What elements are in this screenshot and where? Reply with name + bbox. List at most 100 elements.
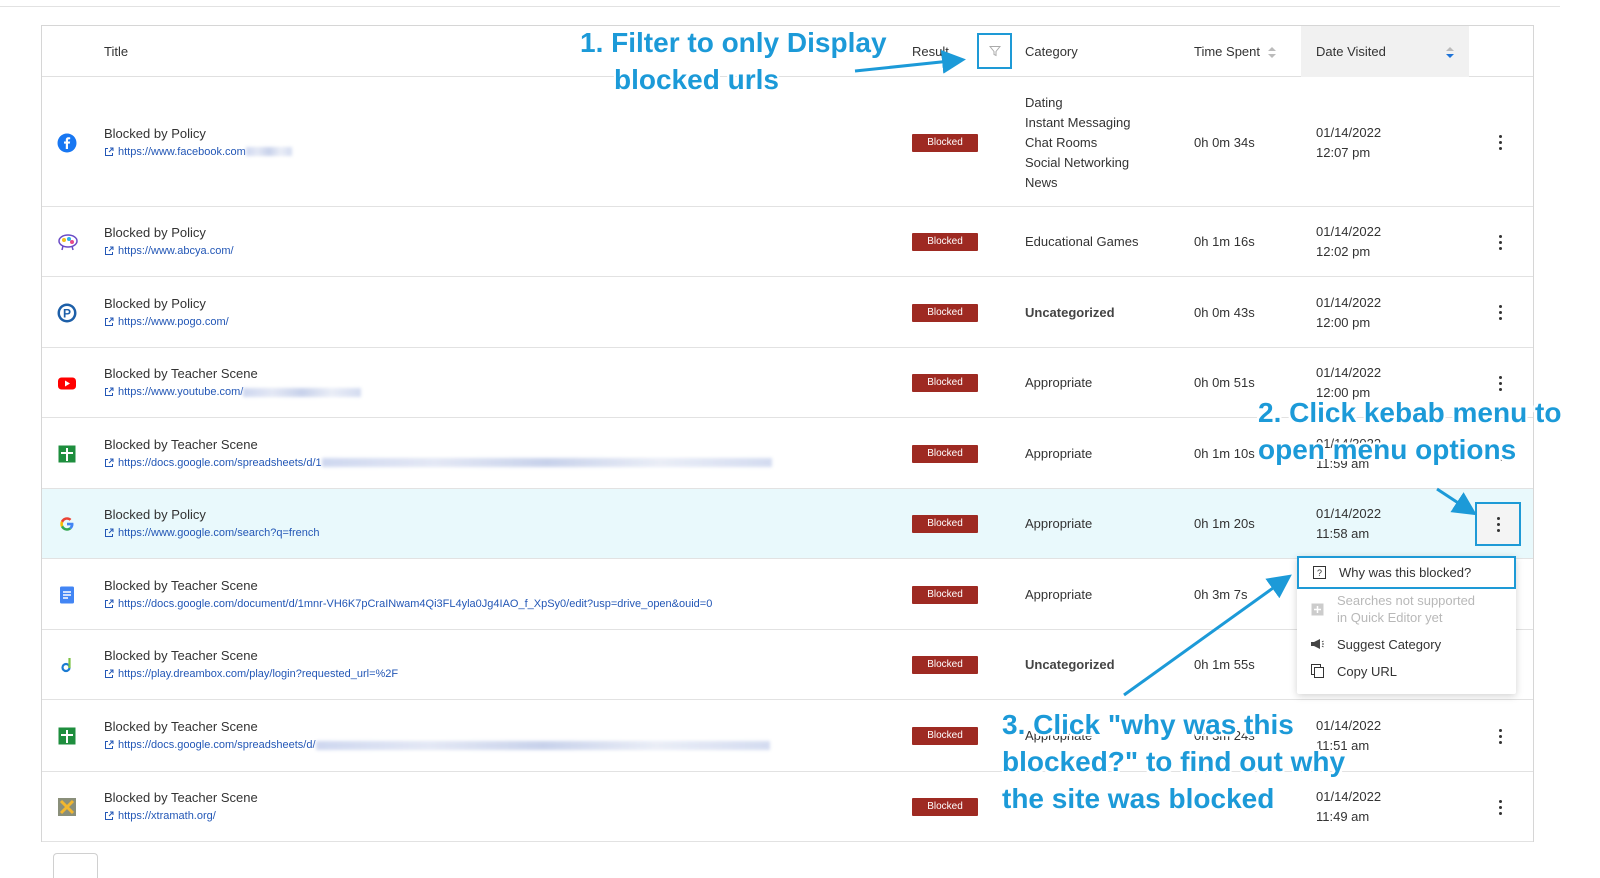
- kebab-menu-button[interactable]: [1488, 371, 1512, 395]
- visit-date: 01/14/2022: [1316, 294, 1382, 310]
- annotation-step1-line1: 1. Filter to only Display: [580, 27, 887, 58]
- date-visited: 01/14/2022 12:00 pm: [1316, 293, 1381, 333]
- pagination-tab[interactable]: [53, 853, 98, 878]
- category-item: Appropriate: [1025, 516, 1093, 531]
- site-title-block: Blocked by Teacher Scene https://docs.goo…: [104, 718, 770, 754]
- site-url-text: https://xtramath.org/: [118, 810, 216, 822]
- column-header-title[interactable]: Title: [104, 26, 128, 77]
- redacted-url-segment: [243, 387, 362, 397]
- site-url-link[interactable]: https://www.youtube.com/: [104, 383, 362, 401]
- table-row[interactable]: Blocked by Teacher Scene https://xtramath…: [42, 772, 1533, 842]
- column-header-category[interactable]: Category: [1025, 26, 1078, 77]
- status-badge: Blocked: [912, 798, 978, 816]
- kebab-menu-button[interactable]: [1488, 131, 1512, 155]
- block-reason: Blocked by Teacher Scene: [104, 436, 258, 452]
- menu-item-label: Suggest Category: [1337, 636, 1442, 652]
- menu-item-copy-url[interactable]: Copy URL: [1297, 659, 1516, 683]
- annotation-step1-line2: blocked urls: [614, 64, 779, 95]
- visit-time: 11:58 am: [1316, 526, 1370, 541]
- sort-desc-icon[interactable]: [1445, 46, 1454, 59]
- site-title-block: Blocked by Teacher Scene https://xtramath…: [104, 789, 258, 825]
- kebab-menu-button[interactable]: [1488, 795, 1512, 819]
- google-sheets-icon: [57, 444, 77, 464]
- kebab-menu-button[interactable]: [1488, 301, 1512, 325]
- status-badge: Blocked: [912, 585, 978, 604]
- site-url-text: https://docs.google.com/spreadsheets/d/: [118, 739, 316, 751]
- time-spent: 0h 1m 20s: [1194, 516, 1255, 531]
- block-reason: Blocked by Teacher Scene: [104, 366, 258, 381]
- site-url-link[interactable]: https://xtramath.org/: [104, 807, 258, 825]
- visit-date: 01/14/2022: [1316, 506, 1382, 521]
- external-link-icon: [105, 246, 114, 255]
- site-title-block: Blocked by Teacher Scene https://docs.goo…: [104, 436, 772, 472]
- category-list: Educational Games: [1025, 232, 1138, 252]
- visit-date: 01/14/2022: [1316, 124, 1382, 140]
- annotation-step3-line1: 3. Click "why was this: [1002, 709, 1294, 740]
- table-row[interactable]: Blocked by Policy https://www.google.com/…: [42, 489, 1533, 559]
- site-url-link[interactable]: https://www.facebook.com: [104, 143, 292, 161]
- category-item: News: [1025, 174, 1058, 190]
- svg-text:P: P: [63, 306, 71, 320]
- table-row[interactable]: Blocked by Policy https://www.facebook.co…: [42, 78, 1533, 207]
- site-url-link[interactable]: https://play.dreambox.com/play/login?req…: [104, 665, 398, 683]
- table-row[interactable]: P Blocked by Policy https://www.pogo.com/B…: [42, 277, 1533, 348]
- external-link-icon: [105, 317, 114, 326]
- time-spent: 0h 1m 10s: [1194, 445, 1255, 461]
- pogo-icon: P: [57, 303, 77, 323]
- menu-item-suggest-category[interactable]: Suggest Category: [1297, 632, 1516, 656]
- external-link-icon: [105, 811, 114, 820]
- external-link-icon: [105, 147, 114, 156]
- category-list: Uncategorized: [1025, 303, 1115, 323]
- site-url-link[interactable]: https://docs.google.com/spreadsheets/d/1: [104, 454, 772, 472]
- site-url-link[interactable]: https://www.pogo.com/: [104, 313, 229, 331]
- category-item: Uncategorized: [1025, 657, 1115, 672]
- column-header-time-spent[interactable]: Time Spent: [1194, 26, 1294, 77]
- kebab-menu-button[interactable]: [1475, 502, 1521, 546]
- visit-time: 12:00 pm: [1316, 314, 1371, 330]
- site-url-link[interactable]: https://docs.google.com/spreadsheets/d/: [104, 736, 770, 754]
- status-badge: Blocked: [912, 233, 978, 251]
- block-reason: Blocked by Teacher Scene: [104, 577, 258, 593]
- status-badge: Blocked: [912, 727, 978, 745]
- result-filter-button[interactable]: [977, 33, 1012, 69]
- date-visited: 01/14/2022 12:07 pm: [1316, 123, 1381, 163]
- time-spent: 0h 1m 55s: [1194, 657, 1255, 672]
- visit-time: 12:07 pm: [1316, 144, 1371, 160]
- site-title-block: Blocked by Policy https://www.abcya.com/: [104, 224, 234, 260]
- block-reason: Blocked by Teacher Scene: [104, 648, 258, 663]
- external-link-icon: [105, 740, 114, 749]
- category-list: Appropriate: [1025, 444, 1092, 464]
- site-url-link[interactable]: https://www.google.com/search?q=french: [104, 524, 319, 542]
- site-title-block: Blocked by Policy https://www.pogo.com/: [104, 295, 229, 331]
- table-row[interactable]: Blocked by Policy https://www.abcya.com/B…: [42, 207, 1533, 277]
- youtube-icon: [57, 373, 77, 393]
- megaphone-icon: [1309, 636, 1325, 652]
- menu-item-label: Searches not supported in Quick Editor y…: [1337, 593, 1476, 625]
- block-reason: Blocked by Policy: [104, 225, 206, 240]
- redacted-url-segment: [245, 147, 292, 156]
- block-reason: Blocked by Policy: [104, 507, 206, 522]
- date-visited: 01/14/2022 11:58 am: [1316, 504, 1381, 544]
- sort-icon[interactable]: [1268, 46, 1276, 59]
- site-url-link[interactable]: https://docs.google.com/document/d/1mnr-…: [104, 595, 712, 613]
- category-list: Appropriate: [1025, 514, 1092, 534]
- visit-date: 01/14/2022: [1316, 789, 1382, 804]
- column-header-date-visited[interactable]: Date Visited: [1301, 26, 1469, 77]
- kebab-menu-button[interactable]: [1488, 724, 1512, 748]
- site-url-link[interactable]: https://www.abcya.com/: [104, 242, 234, 260]
- column-header-result: Result: [912, 44, 949, 59]
- visit-date: 01/14/2022: [1316, 365, 1382, 380]
- site-title-block: Blocked by Policy https://www.google.com/…: [104, 506, 319, 542]
- annotation-step3-line3: the site was blocked: [1002, 783, 1275, 814]
- category-item: Dating: [1025, 94, 1063, 110]
- google-icon: [57, 514, 77, 534]
- facebook-icon: [57, 133, 77, 153]
- category-item: Uncategorized: [1025, 304, 1115, 320]
- kebab-menu-button[interactable]: [1488, 230, 1512, 254]
- external-link-icon: [105, 387, 114, 396]
- site-title-block: Blocked by Policy https://www.facebook.co…: [104, 125, 292, 161]
- menu-item-why-blocked[interactable]: ? Why was this blocked?: [1297, 556, 1516, 589]
- time-spent: 0h 0m 34s: [1194, 134, 1255, 150]
- row-actions-menu: ? Why was this blocked? Searches not sup…: [1297, 556, 1516, 694]
- status-badge: Blocked: [912, 133, 978, 152]
